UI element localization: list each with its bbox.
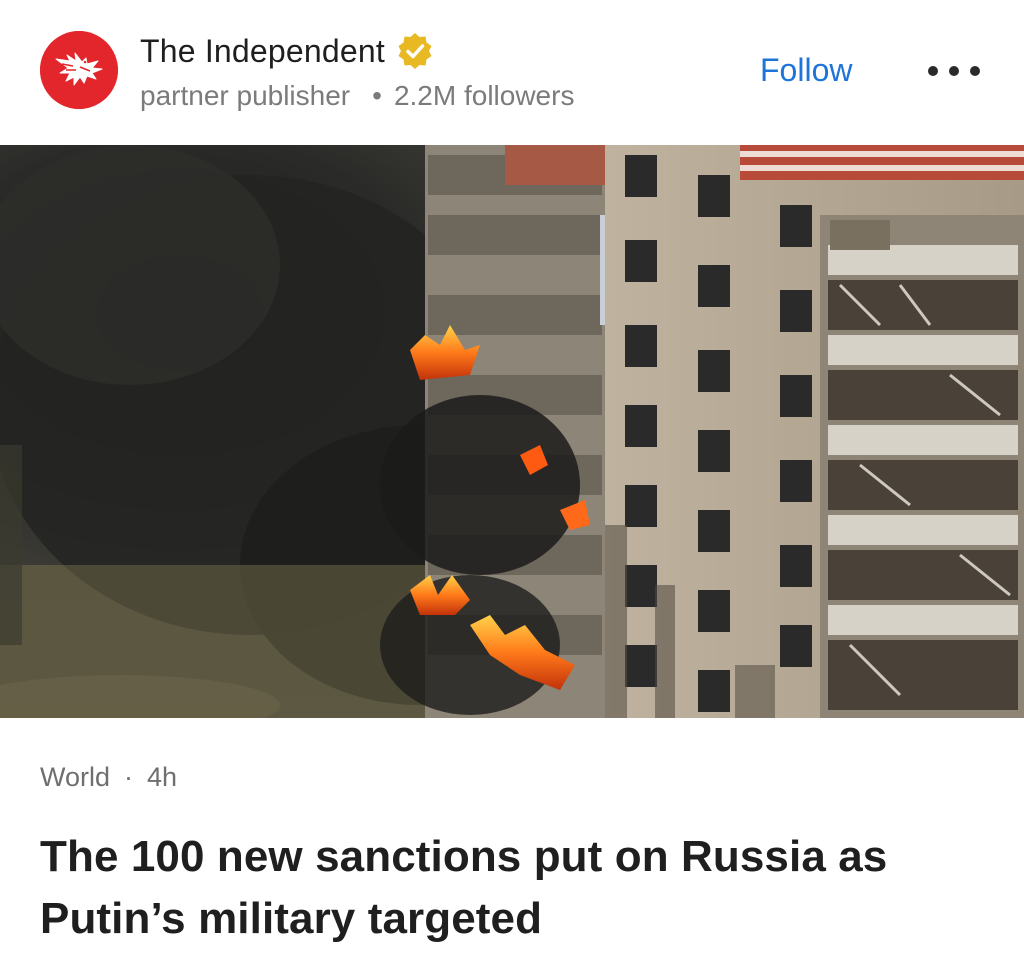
eagle-icon	[40, 31, 118, 109]
publisher-header: The Independent partner publisher • 2.2M…	[0, 0, 1024, 145]
meta-separator: •	[372, 80, 382, 111]
publisher-name[interactable]: The Independent	[140, 33, 385, 70]
publisher-meta: partner publisher • 2.2M followers	[140, 78, 574, 114]
follower-count: 2.2M followers	[393, 80, 575, 111]
article-category[interactable]: World	[40, 762, 110, 793]
meta-separator: ·	[124, 762, 134, 792]
more-dot	[928, 66, 938, 76]
follow-button[interactable]: Follow	[760, 52, 852, 89]
article-meta: World · 4h	[40, 762, 177, 793]
news-card[interactable]: The Independent partner publisher • 2.2M…	[0, 0, 1024, 970]
article-image[interactable]	[0, 145, 1024, 718]
publisher-type: partner publisher	[140, 80, 351, 111]
burning-building-photo	[0, 145, 1024, 718]
article-headline[interactable]: The 100 new sanctions put on Russia as P…	[40, 826, 1000, 950]
publisher-avatar[interactable]	[40, 31, 118, 109]
verified-badge-icon	[398, 33, 432, 69]
more-dot	[970, 66, 980, 76]
more-options-icon[interactable]	[928, 56, 980, 86]
more-dot	[949, 66, 959, 76]
publisher-name-row: The Independent	[140, 30, 435, 72]
article-age: 4h	[147, 762, 178, 792]
